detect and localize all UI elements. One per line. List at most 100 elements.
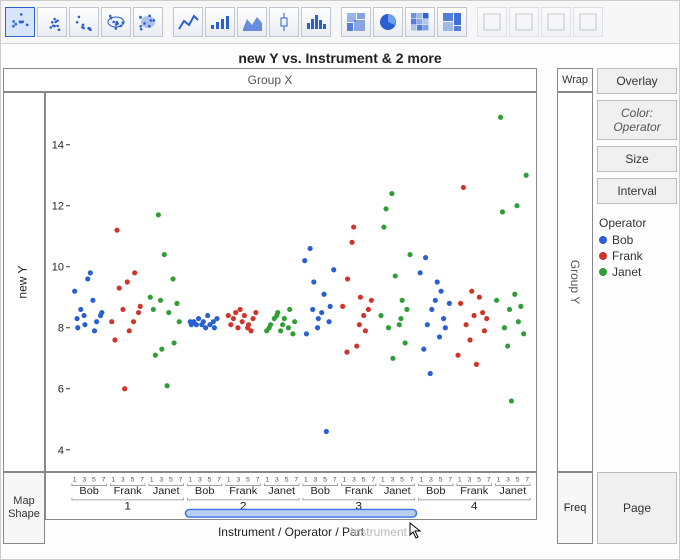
svg-text:5: 5 [169, 477, 173, 484]
x-axis-label-row: Instrument / Operator / Part Instrument [45, 520, 537, 544]
svg-text:4: 4 [471, 500, 478, 513]
svg-text:Bob: Bob [426, 485, 446, 497]
svg-text:7: 7 [179, 477, 183, 484]
toolbar-scatter-dots[interactable] [5, 7, 35, 37]
svg-text:3: 3 [467, 477, 471, 484]
svg-text:3: 3 [275, 477, 279, 484]
svg-text:1: 1 [111, 477, 115, 484]
wrap-button[interactable]: Wrap [557, 68, 593, 92]
svg-text:14: 14 [52, 140, 64, 152]
svg-text:3: 3 [82, 477, 86, 484]
svg-text:1: 1 [342, 477, 346, 484]
svg-text:Janet: Janet [268, 485, 295, 497]
legend-item-janet[interactable]: Janet [599, 265, 677, 279]
legend-label: Bob [612, 233, 633, 247]
cursor-icon [409, 522, 423, 540]
y-axis-label: new Y [16, 265, 30, 298]
svg-text:5: 5 [516, 477, 520, 484]
toolbar-heatmap[interactable] [405, 7, 435, 37]
legend-swatch [599, 252, 607, 260]
toolbar-line-chart[interactable] [173, 7, 203, 37]
chart-title: new Y vs. Instrument & 2 more [1, 44, 679, 68]
svg-text:1: 1 [458, 477, 462, 484]
toolbar-fx-table [477, 7, 507, 37]
svg-text:7: 7 [448, 477, 452, 484]
toolbar-fx-shape1 [541, 7, 571, 37]
svg-text:5: 5 [131, 477, 135, 484]
svg-text:3: 3 [159, 477, 163, 484]
svg-text:3: 3 [121, 477, 125, 484]
svg-text:3: 3 [390, 477, 394, 484]
toolbar [1, 1, 679, 44]
svg-text:5: 5 [92, 477, 96, 484]
legend-item-bob[interactable]: Bob [599, 233, 677, 247]
svg-text:Frank: Frank [114, 485, 143, 497]
svg-text:10: 10 [52, 262, 64, 274]
svg-text:1: 1 [73, 477, 77, 484]
legend-swatch [599, 268, 607, 276]
svg-text:6: 6 [58, 384, 64, 396]
svg-text:7: 7 [371, 477, 375, 484]
svg-text:7: 7 [102, 477, 106, 484]
scatter-plot[interactable]: 468101214 [45, 92, 537, 472]
color-button[interactable]: Color: Operator [597, 100, 677, 140]
legend-title: Operator [599, 216, 677, 230]
toolbar-histogram[interactable] [301, 7, 331, 37]
map-shape-button[interactable]: Map Shape [3, 472, 45, 544]
svg-text:4: 4 [58, 445, 64, 457]
size-button[interactable]: Size [597, 146, 677, 172]
toolbar-scatter-dense[interactable] [37, 7, 67, 37]
legend-item-frank[interactable]: Frank [599, 249, 677, 263]
svg-text:3: 3 [506, 477, 510, 484]
legend-swatch [599, 236, 607, 244]
svg-text:Janet: Janet [499, 485, 526, 497]
svg-text:7: 7 [410, 477, 414, 484]
overlay-button[interactable]: Overlay [597, 68, 677, 94]
svg-text:5: 5 [323, 477, 327, 484]
toolbar-bar-chart[interactable] [205, 7, 235, 37]
toolbar-treemap[interactable] [437, 7, 467, 37]
svg-text:1: 1 [419, 477, 423, 484]
group-x-header[interactable]: Group X [3, 68, 537, 92]
svg-text:1: 1 [304, 477, 308, 484]
toolbar-area-chart[interactable] [237, 7, 267, 37]
legend-label: Frank [612, 249, 643, 263]
legend-label: Janet [612, 265, 641, 279]
svg-text:5: 5 [477, 477, 481, 484]
svg-text:Bob: Bob [79, 485, 99, 497]
svg-text:3: 3 [198, 477, 202, 484]
svg-text:7: 7 [525, 477, 529, 484]
drag-ghost-label: Instrument [350, 525, 407, 539]
svg-text:3: 3 [429, 477, 433, 484]
interval-button[interactable]: Interval [597, 178, 677, 204]
svg-text:12: 12 [52, 201, 64, 213]
svg-text:5: 5 [439, 477, 443, 484]
svg-text:5: 5 [285, 477, 289, 484]
toolbar-boxplot[interactable] [269, 7, 299, 37]
x-axis-label: Instrument / Operator / Part [218, 525, 364, 539]
toolbar-scatter-blob[interactable] [133, 7, 163, 37]
toolbar-pie[interactable] [373, 7, 403, 37]
svg-text:Frank: Frank [460, 485, 489, 497]
svg-text:1: 1 [265, 477, 269, 484]
freq-button[interactable]: Freq [557, 472, 593, 544]
toolbar-scatter-ellipse[interactable] [101, 7, 131, 37]
toolbar-scatter-grid[interactable] [69, 7, 99, 37]
group-y-header[interactable]: Group Y [557, 92, 593, 472]
svg-text:3: 3 [352, 477, 356, 484]
svg-text:7: 7 [294, 477, 298, 484]
legend: Operator Bob Frank Janet [597, 216, 677, 281]
page-button[interactable]: Page [597, 472, 677, 544]
svg-text:Bob: Bob [195, 485, 215, 497]
svg-text:Janet: Janet [384, 485, 411, 497]
svg-text:5: 5 [208, 477, 212, 484]
svg-text:7: 7 [217, 477, 221, 484]
svg-text:5: 5 [246, 477, 250, 484]
svg-text:1: 1 [496, 477, 500, 484]
svg-text:Bob: Bob [310, 485, 330, 497]
x-axis-zone[interactable]: 1357Bob1357Frank1357Janet11357Bob1357Fra… [45, 472, 537, 520]
svg-text:5: 5 [362, 477, 366, 484]
toolbar-fx-function [509, 7, 539, 37]
svg-text:7: 7 [487, 477, 491, 484]
toolbar-mosaic[interactable] [341, 7, 371, 37]
